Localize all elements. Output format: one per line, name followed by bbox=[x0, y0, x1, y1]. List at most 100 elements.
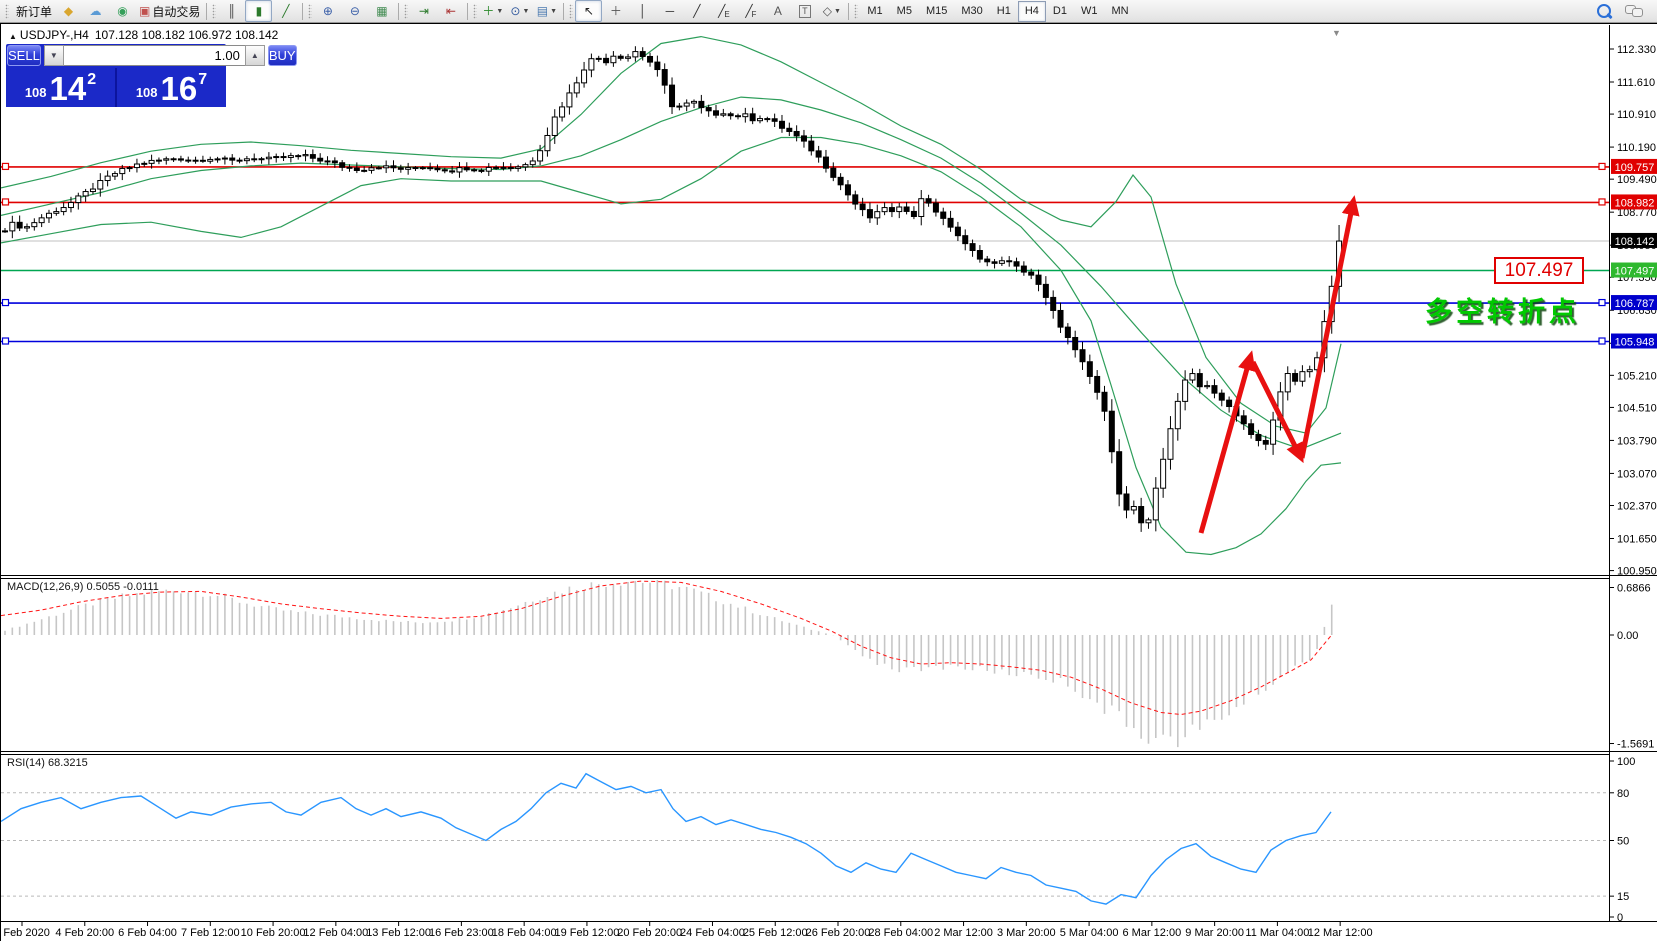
toolbar-group-handle bbox=[404, 3, 409, 19]
cloud-button[interactable]: ☁ bbox=[82, 0, 109, 22]
chart-tag-button[interactable]: ◆ bbox=[55, 0, 82, 22]
horizontal-level-lines[interactable] bbox=[1, 166, 1609, 343]
label-button[interactable]: T bbox=[791, 0, 818, 22]
svg-text:12 Feb 04:00: 12 Feb 04:00 bbox=[303, 927, 368, 939]
svg-text:11 Mar 04:00: 11 Mar 04:00 bbox=[1245, 927, 1309, 939]
candlestick-series bbox=[2, 46, 1343, 532]
dropdown-caret-icon[interactable]: ▼ bbox=[496, 8, 503, 15]
volume-decrease-button[interactable]: ▼ bbox=[43, 45, 64, 66]
chat-icon[interactable] bbox=[1625, 5, 1643, 17]
bar-chart-button[interactable]: ║ bbox=[218, 0, 245, 22]
horizontal-line-button[interactable]: ─ bbox=[656, 0, 683, 22]
templates-icon: ▤ bbox=[536, 4, 549, 18]
line-handle[interactable] bbox=[1, 298, 10, 307]
time-axis[interactable]: 3 Feb 2020 4 Feb 20:00 6 Feb 04:00 7 Feb 12… bbox=[1, 922, 1373, 939]
auto-scroll-icon: ⇥ bbox=[418, 4, 429, 18]
indicators-button[interactable]: ＋ ▼ bbox=[479, 0, 506, 22]
chart-shift-icon: ⇤ bbox=[445, 4, 456, 18]
bar-chart-icon: ║ bbox=[227, 4, 237, 18]
line-handle[interactable] bbox=[1598, 198, 1606, 206]
volume-stepper: ▼ ▲ bbox=[43, 45, 265, 66]
sell-button[interactable]: SELL bbox=[7, 45, 41, 66]
price-callout-tag[interactable]: 107.497 bbox=[1494, 257, 1584, 284]
signals-button[interactable]: ◉ bbox=[109, 0, 136, 22]
timeframe-h1-button[interactable]: H1 bbox=[990, 1, 1018, 22]
new-order-button-label: 新订单 bbox=[16, 4, 53, 19]
trend-arrow-segment-1[interactable] bbox=[1198, 350, 1256, 534]
line-handle[interactable] bbox=[1598, 337, 1606, 345]
toolbar-separator bbox=[398, 2, 400, 20]
timeframe-h4-button[interactable]: H4 bbox=[1017, 0, 1046, 22]
vertical-line-button[interactable]: │ bbox=[629, 0, 656, 22]
line-handle[interactable] bbox=[1, 162, 10, 171]
timeframe-m1-button[interactable]: M1 bbox=[860, 1, 889, 22]
collapse-triangle-icon[interactable]: ▲ bbox=[9, 32, 17, 41]
svg-text:50: 50 bbox=[1617, 836, 1629, 848]
svg-text:9 Mar 20:00: 9 Mar 20:00 bbox=[1185, 927, 1244, 939]
templates-button[interactable]: ▤ ▼ bbox=[533, 0, 560, 22]
toolbar: 新订单 ◆ ☁ ◉ ▣ 自动交易 ║ ▮ ╱ ⊕ ⊖ ▦ ⇥ ⇤ ＋ ▼ ⊙ ▼ ▤ ▼ ↖ ＋ │ ─ ╱ ╱ E ╱ F A T ◇ ▼ M1… bbox=[0, 0, 1657, 23]
timeframe-m15-button[interactable]: M15 bbox=[919, 1, 954, 22]
line-handle[interactable] bbox=[1598, 298, 1606, 307]
sell-price-main: 108 bbox=[24, 85, 47, 100]
channel-button[interactable]: ╱ E bbox=[710, 0, 737, 22]
chart-shift-button[interactable]: ⇤ bbox=[437, 0, 464, 22]
buy-price-main: 108 bbox=[135, 85, 158, 100]
toolbar-group-handle bbox=[212, 3, 217, 19]
timeframe-d1-button[interactable]: D1 bbox=[1046, 1, 1074, 22]
timeframe-mn-button[interactable]: MN bbox=[1104, 1, 1135, 22]
chart-canvas[interactable]: 112.330111.610110.910110.190109.490108.7… bbox=[1, 24, 1657, 941]
line-handle[interactable] bbox=[1, 198, 10, 206]
cursor-button[interactable]: ↖ bbox=[575, 0, 603, 22]
volume-increase-button[interactable]: ▲ bbox=[244, 45, 265, 66]
text-icon: A bbox=[773, 4, 782, 18]
svg-text:10 Feb 20:00: 10 Feb 20:00 bbox=[241, 927, 306, 939]
tile-windows-button[interactable]: ▦ bbox=[368, 0, 395, 22]
dropdown-caret-icon[interactable]: ▼ bbox=[522, 8, 529, 15]
toolbar-separator bbox=[563, 2, 565, 20]
buy-price[interactable]: 108 16 7 bbox=[117, 68, 226, 107]
line-handle[interactable] bbox=[1598, 162, 1606, 171]
timeframe-m5-button[interactable]: M5 bbox=[890, 1, 919, 22]
line-handle[interactable] bbox=[1, 337, 10, 345]
svg-text:15: 15 bbox=[1617, 891, 1629, 903]
svg-text:109.757: 109.757 bbox=[1615, 162, 1655, 174]
chart-tag-icon: ◆ bbox=[63, 4, 74, 18]
tile-windows-icon: ▦ bbox=[376, 4, 388, 18]
autotrading-button[interactable]: ▣ 自动交易 bbox=[136, 0, 203, 22]
search-icon[interactable] bbox=[1597, 4, 1611, 18]
trend-zigzag-arrows[interactable] bbox=[1198, 195, 1360, 534]
dropdown-caret-icon[interactable]: ▼ bbox=[834, 8, 841, 15]
svg-text:18 Feb 04:00: 18 Feb 04:00 bbox=[492, 927, 557, 939]
svg-text:109.490: 109.490 bbox=[1617, 174, 1657, 186]
volume-input[interactable] bbox=[63, 45, 245, 66]
fibonacci-button[interactable]: ╱ F bbox=[737, 0, 764, 22]
line-chart-icon: ╱ bbox=[282, 4, 290, 18]
new-order-button[interactable]: 新订单 bbox=[11, 0, 55, 22]
scroll-position-marker[interactable]: ▼ bbox=[1332, 28, 1341, 38]
buy-button[interactable]: BUY bbox=[267, 45, 297, 66]
svg-text:102.370: 102.370 bbox=[1617, 500, 1657, 512]
periods-button[interactable]: ⊙ ▼ bbox=[506, 0, 533, 22]
toolbar-group-handle bbox=[5, 3, 9, 19]
turning-point-note[interactable]: 多空转折点 bbox=[1425, 290, 1580, 329]
price-axis[interactable]: 112.330111.610110.910110.190109.490108.7… bbox=[1, 44, 1657, 924]
sell-price[interactable]: 108 14 2 bbox=[6, 68, 115, 107]
line-chart-button[interactable]: ╱ bbox=[272, 0, 299, 22]
zoom-out-button[interactable]: ⊖ bbox=[341, 0, 368, 22]
text-button[interactable]: A bbox=[764, 0, 791, 22]
horizontal-line-icon: ─ bbox=[665, 4, 675, 18]
auto-scroll-button[interactable]: ⇥ bbox=[410, 0, 437, 22]
shapes-button[interactable]: ◇ ▼ bbox=[818, 0, 845, 22]
timeframe-m30-button[interactable]: M30 bbox=[954, 1, 989, 22]
chart-title-ohlc: 107.128 108.182 106.972 108.142 bbox=[94, 28, 279, 42]
zoom-in-button[interactable]: ⊕ bbox=[314, 0, 341, 22]
svg-text:28 Feb 04:00: 28 Feb 04:00 bbox=[868, 927, 933, 939]
svg-text:24 Feb 04:00: 24 Feb 04:00 bbox=[680, 927, 745, 939]
svg-text:16 Feb 23:00: 16 Feb 23:00 bbox=[429, 927, 494, 939]
candlestick-chart-button[interactable]: ▮ bbox=[245, 0, 273, 22]
timeframe-w1-button[interactable]: W1 bbox=[1074, 1, 1105, 22]
dropdown-caret-icon[interactable]: ▼ bbox=[550, 8, 557, 15]
crosshair-button[interactable]: ＋ bbox=[602, 0, 629, 22]
trendline-button[interactable]: ╱ bbox=[683, 0, 710, 22]
